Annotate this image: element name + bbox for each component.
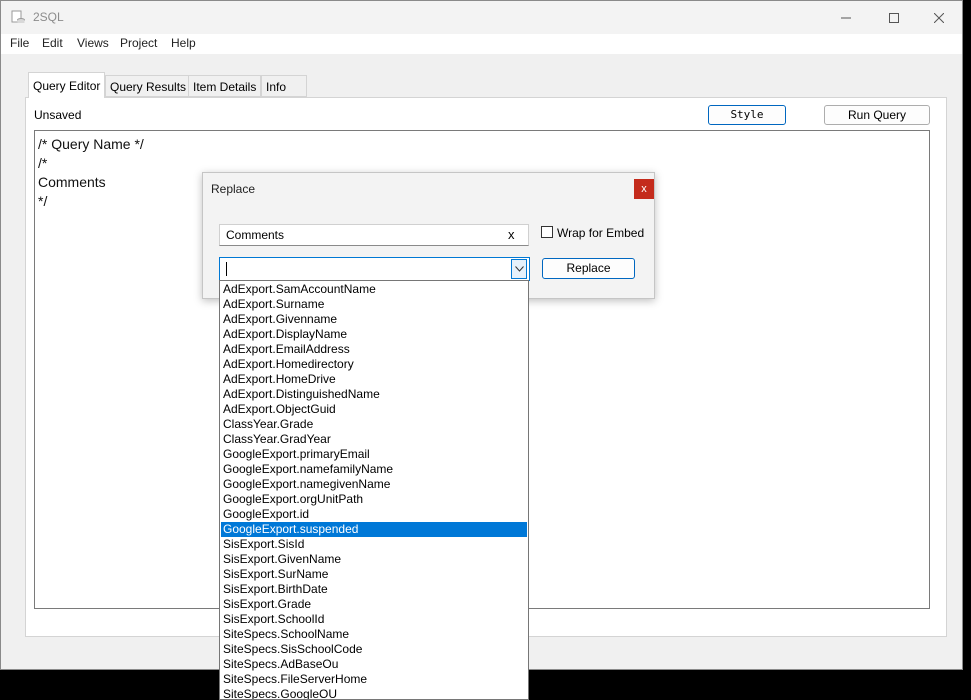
tab-query-results[interactable]: Query Results [105,75,192,97]
run-query-button[interactable]: Run Query [824,105,930,125]
menu-project[interactable]: Project [120,36,157,50]
dropdown-toggle[interactable] [511,259,527,279]
title-bar[interactable]: 2SQL [1,1,962,34]
dropdown-option[interactable]: SiteSpecs.GoogleOU [221,687,527,699]
tab-item-details[interactable]: Item Details [188,75,262,97]
close-icon [934,12,944,23]
dropdown-option[interactable]: GoogleExport.primaryEmail [221,447,527,462]
menu-help[interactable]: Help [171,36,196,50]
app-icon [11,10,25,23]
dropdown-option[interactable]: SisExport.SchoolId [221,612,527,627]
menu-bar: File Edit Views Project Help [1,34,962,54]
dropdown-option[interactable]: SiteSpecs.FileServerHome [221,672,527,687]
style-button[interactable]: Style [708,105,786,125]
close-button[interactable] [916,1,962,34]
menu-edit[interactable]: Edit [42,36,63,50]
replace-dialog-title: Replace [211,182,256,196]
dropdown-option[interactable]: GoogleExport.id [221,507,527,522]
wrap-for-embed-label: Wrap for Embed [557,226,645,240]
dropdown-option[interactable]: AdExport.DisplayName [221,327,527,342]
dropdown-option[interactable]: AdExport.HomeDrive [221,372,527,387]
dropdown-option[interactable]: AdExport.ObjectGuid [221,402,527,417]
dropdown-option[interactable]: SiteSpecs.SchoolName [221,627,527,642]
dropdown-option[interactable]: GoogleExport.suspended [221,522,527,537]
minimize-icon [841,17,851,18]
chevron-down-icon [514,266,524,272]
dropdown-option[interactable]: SisExport.Grade [221,597,527,612]
dropdown-option[interactable]: AdExport.DistinguishedName [221,387,527,402]
dropdown-option[interactable]: GoogleExport.namefamilyName [221,462,527,477]
maximize-button[interactable] [871,1,917,34]
find-input[interactable]: Comments x [219,224,529,246]
window-title: 2SQL [33,10,64,24]
dropdown-option[interactable]: AdExport.SamAccountName [221,282,527,297]
dropdown-option[interactable]: SisExport.SisId [221,537,527,552]
dropdown-option[interactable]: SiteSpecs.AdBaseOu [221,657,527,672]
replace-button[interactable]: Replace [542,258,635,279]
text-cursor [226,262,227,276]
dropdown-option[interactable]: SisExport.BirthDate [221,582,527,597]
replace-with-combobox[interactable] [219,257,530,281]
editor-line: */ [38,193,48,209]
dropdown-option[interactable]: AdExport.Surname [221,297,527,312]
editor-line: Comments [38,174,106,190]
tab-info[interactable]: Info [261,75,307,97]
dropdown-option[interactable]: SisExport.GivenName [221,552,527,567]
find-input-value: Comments [226,228,285,242]
dropdown-option[interactable]: AdExport.Homedirectory [221,357,527,372]
dropdown-option[interactable]: GoogleExport.namegivenName [221,477,527,492]
editor-line: /* [38,155,48,171]
dropdown-option[interactable]: SisExport.SurName [221,567,527,582]
save-status: Unsaved [34,108,82,122]
dialog-close-button[interactable]: x [634,179,654,199]
clear-icon[interactable]: x [508,227,515,242]
dropdown-option[interactable]: AdExport.EmailAddress [221,342,527,357]
dropdown-option[interactable]: SiteSpecs.SisSchoolCode [221,642,527,657]
minimize-button[interactable] [823,1,869,34]
maximize-icon [889,12,899,23]
tab-query-editor[interactable]: Query Editor [28,72,106,98]
wrap-for-embed-checkbox[interactable] [541,226,553,238]
dropdown-option[interactable]: ClassYear.Grade [221,417,527,432]
menu-file[interactable]: File [10,36,29,50]
close-icon: x [641,183,647,195]
menu-views[interactable]: Views [77,36,109,50]
dropdown-option[interactable]: ClassYear.GradYear [221,432,527,447]
dropdown-option[interactable]: AdExport.Givenname [221,312,527,327]
dropdown-option[interactable]: GoogleExport.orgUnitPath [221,492,527,507]
editor-line: /* Query Name */ [38,136,144,152]
replace-options-dropdown[interactable]: AdExport.SamAccountName AdExport.Surname A… [219,280,529,700]
